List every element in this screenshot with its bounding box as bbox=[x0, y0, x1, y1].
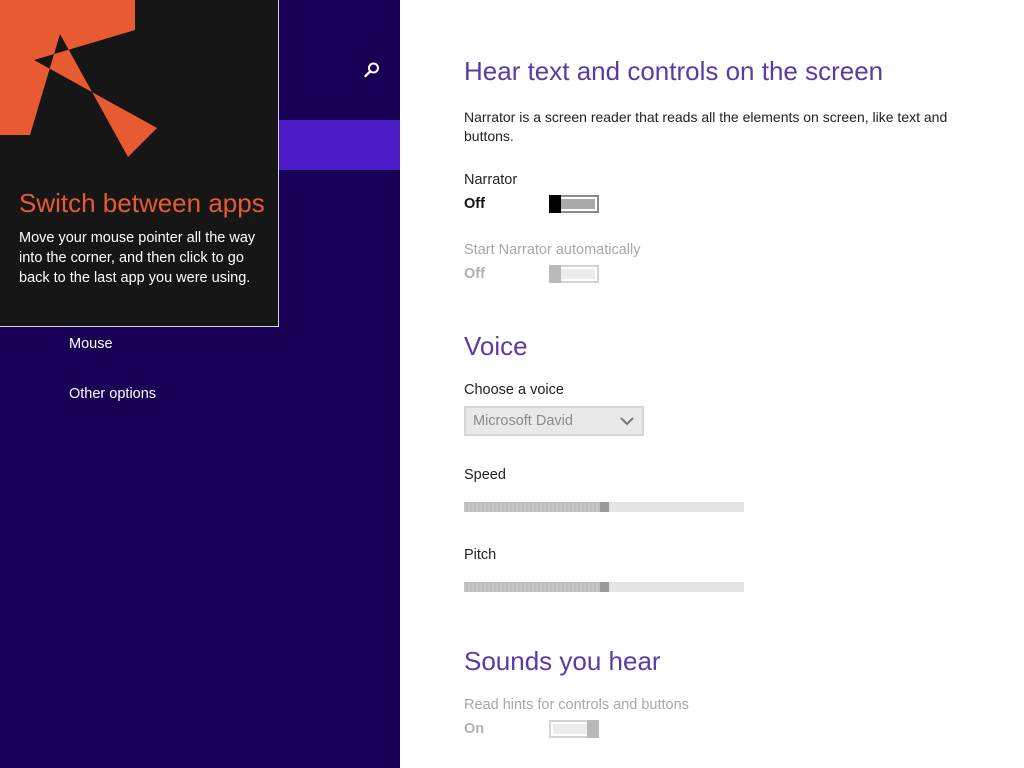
nav-item-other-options[interactable]: Other options bbox=[69, 386, 156, 402]
tooltip-body: Move your mouse pointer all the way into… bbox=[19, 230, 256, 286]
corner-arrow-icon bbox=[0, 0, 157, 157]
auto-start-state: Off bbox=[464, 266, 485, 282]
settings-content: Hear text and controls on the screen Nar… bbox=[400, 0, 1024, 768]
voice-dropdown[interactable]: Microsoft David bbox=[464, 406, 644, 436]
search-icon[interactable] bbox=[362, 60, 382, 80]
read-hints-state: On bbox=[464, 721, 485, 737]
pitch-slider[interactable] bbox=[464, 582, 744, 592]
speed-label: Speed bbox=[464, 467, 506, 483]
nav-item-mouse[interactable]: Mouse bbox=[69, 336, 113, 352]
tooltip-title: Switch between apps bbox=[19, 188, 265, 218]
read-hints-toggle[interactable] bbox=[549, 720, 599, 738]
auto-start-label: Start Narrator automatically bbox=[464, 242, 641, 258]
pitch-slider-thumb[interactable] bbox=[600, 582, 609, 592]
speed-slider[interactable] bbox=[464, 502, 744, 512]
narrator-state: Off bbox=[464, 196, 485, 212]
section-title-sounds: Sounds you hear bbox=[464, 646, 661, 676]
speed-slider-thumb[interactable] bbox=[600, 502, 609, 512]
narrator-toggle[interactable] bbox=[549, 195, 599, 213]
switch-apps-tooltip: Switch between apps Move your mouse poin… bbox=[0, 0, 279, 327]
section-title-hear: Hear text and controls on the screen bbox=[464, 56, 884, 86]
pitch-label: Pitch bbox=[464, 547, 497, 563]
narrator-label: Narrator bbox=[464, 172, 518, 188]
voice-dropdown-value: Microsoft David bbox=[473, 413, 573, 429]
narrator-description: Narrator is a screen reader that reads a… bbox=[464, 109, 948, 144]
auto-start-toggle[interactable] bbox=[549, 265, 599, 283]
read-hints-label: Read hints for controls and buttons bbox=[464, 697, 689, 713]
choose-voice-label: Choose a voice bbox=[464, 382, 564, 398]
section-title-voice: Voice bbox=[464, 331, 528, 361]
chevron-down-icon bbox=[620, 417, 634, 426]
pc-settings-screen: Mouse Other options Switch between apps … bbox=[0, 0, 1024, 768]
